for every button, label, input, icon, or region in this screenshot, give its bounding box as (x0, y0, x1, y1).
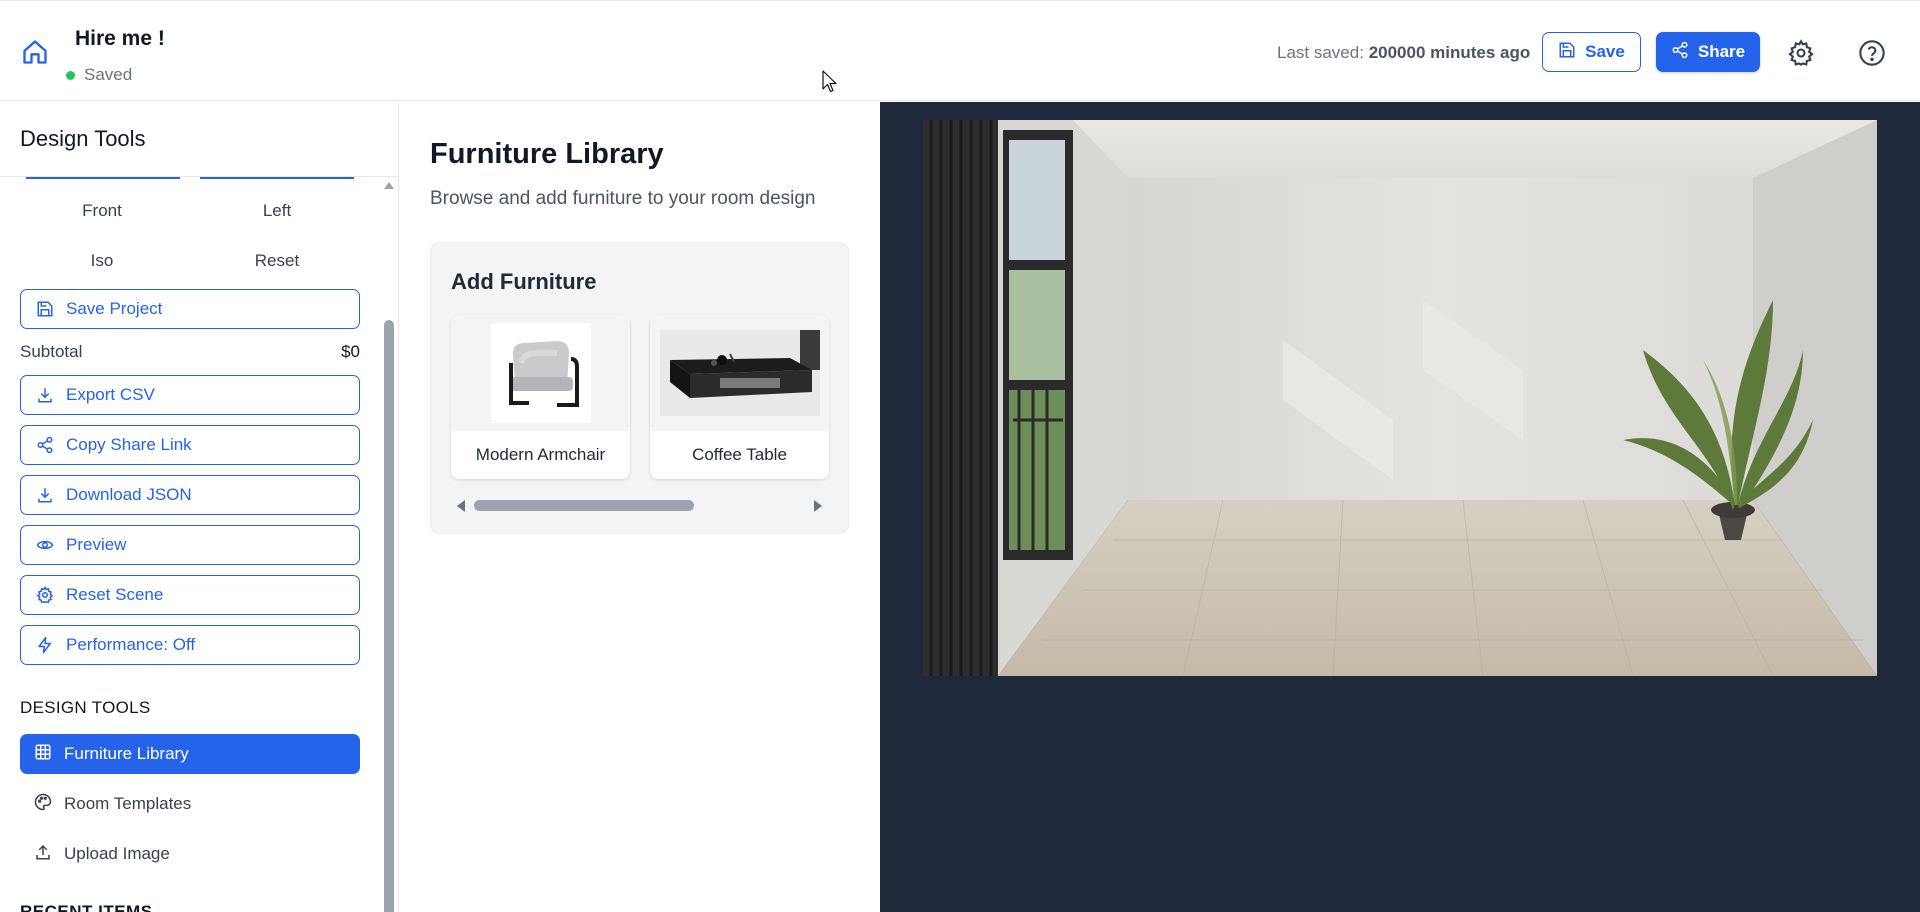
furniture-item-name: Modern Armchair (475, 445, 606, 464)
save-icon (35, 300, 54, 319)
last-saved-value: 200000 minutes ago (1368, 43, 1531, 62)
save-status: Saved (66, 65, 132, 85)
palette-icon (34, 793, 52, 816)
grid-icon (34, 743, 52, 766)
nav-item-upload-image[interactable]: Upload Image (20, 834, 360, 874)
top-header: Hire me ! Saved Last saved: 200000 minut… (0, 0, 1920, 101)
furniture-item-card[interactable]: Coffee Table (650, 315, 829, 479)
gear-icon (35, 586, 54, 605)
settings-gear-icon[interactable] (1787, 39, 1815, 67)
last-saved-label: Last saved: (1277, 43, 1364, 62)
save-status-text: Saved (84, 65, 133, 84)
library-subtitle: Browse and add furniture to your room de… (430, 188, 816, 209)
reset-scene-button[interactable]: Reset Scene (20, 575, 360, 615)
nav-item-label: Furniture Library (64, 744, 189, 763)
sidebar: Design Tools Front Left Iso Reset Save P… (0, 102, 399, 912)
furniture-item-card[interactable]: Modern Armchair (451, 315, 630, 479)
home-icon[interactable] (18, 35, 52, 69)
subtotal-value: $0 (341, 342, 360, 361)
save-project-label: Save Project (66, 299, 163, 318)
nav-item-label: Upload Image (64, 844, 170, 863)
library-title: Furniture Library (430, 138, 664, 170)
view-front-button[interactable]: Front (42, 201, 162, 221)
download-icon (35, 486, 54, 505)
share-icon (35, 436, 54, 455)
download-json-label: Download JSON (66, 485, 192, 504)
status-dot (66, 70, 75, 80)
eye-icon (35, 536, 54, 555)
nav-item-label: Room Templates (64, 794, 192, 813)
furniture-library-panel: Furniture Library Browse and add furnitu… (400, 102, 880, 912)
coffee-table-image (659, 330, 820, 416)
upload-icon (34, 843, 52, 866)
furniture-item-name: Coffee Table (692, 445, 787, 464)
scroll-right-arrow-icon[interactable] (814, 500, 822, 512)
sidebar-title: Design Tools (20, 126, 146, 151)
view-reset-button[interactable]: Reset (217, 251, 337, 271)
copy-share-link-button[interactable]: Copy Share Link (20, 425, 360, 465)
room-background-image (923, 120, 1877, 676)
nav-item-room-templates[interactable]: Room Templates (20, 784, 360, 824)
help-icon[interactable] (1858, 39, 1886, 67)
lightning-icon (35, 636, 54, 655)
add-furniture-card: Add Furniture Modern Armchair Coffee Tab… (430, 242, 849, 534)
project-title[interactable]: Hire me ! (75, 27, 165, 51)
recent-items-section-label: RECENT ITEMS (20, 902, 153, 912)
download-json-button[interactable]: Download JSON (20, 475, 360, 515)
save-button[interactable]: Save (1542, 32, 1641, 72)
view-iso-button[interactable]: Iso (42, 251, 162, 271)
preview-button[interactable]: Preview (20, 525, 360, 565)
room-scene (923, 120, 1877, 676)
share-button-label: Share (1697, 42, 1746, 61)
sidebar-scrollbar-thumb[interactable] (384, 320, 394, 912)
reset-scene-label: Reset Scene (66, 585, 164, 604)
horizontal-scrollbar-thumb[interactable] (474, 500, 694, 511)
tab-underline (26, 177, 180, 179)
mouse-cursor-icon (822, 70, 838, 94)
coffee-table-thumbnail (650, 315, 829, 431)
performance-toggle-button[interactable]: Performance: Off (20, 625, 360, 665)
save-icon (1558, 41, 1576, 64)
scroll-left-arrow-icon[interactable] (457, 500, 465, 512)
armchair-image (490, 323, 591, 423)
last-saved-text: Last saved: 200000 minutes ago (1277, 43, 1530, 63)
scroll-up-arrow-icon[interactable] (384, 182, 394, 189)
share-icon (1671, 41, 1689, 64)
preview-label: Preview (66, 535, 127, 554)
save-project-button[interactable]: Save Project (20, 289, 360, 329)
design-canvas[interactable] (880, 102, 1920, 912)
tab-underline (200, 177, 354, 179)
subtotal-label: Subtotal (20, 342, 83, 361)
subtotal-row: Subtotal $0 (20, 342, 360, 362)
armchair-thumbnail (451, 315, 630, 431)
export-csv-button[interactable]: Export CSV (20, 375, 360, 415)
add-furniture-title: Add Furniture (451, 269, 597, 294)
nav-item-furniture-library[interactable]: Furniture Library (20, 734, 360, 774)
performance-label: Performance: Off (66, 635, 196, 654)
view-left-button[interactable]: Left (217, 201, 337, 221)
save-button-label: Save (1585, 42, 1625, 61)
copy-share-link-label: Copy Share Link (66, 435, 192, 454)
design-tools-section-label: DESIGN TOOLS (20, 698, 151, 717)
download-icon (35, 386, 54, 405)
export-csv-label: Export CSV (66, 385, 155, 404)
share-button[interactable]: Share (1656, 32, 1760, 72)
